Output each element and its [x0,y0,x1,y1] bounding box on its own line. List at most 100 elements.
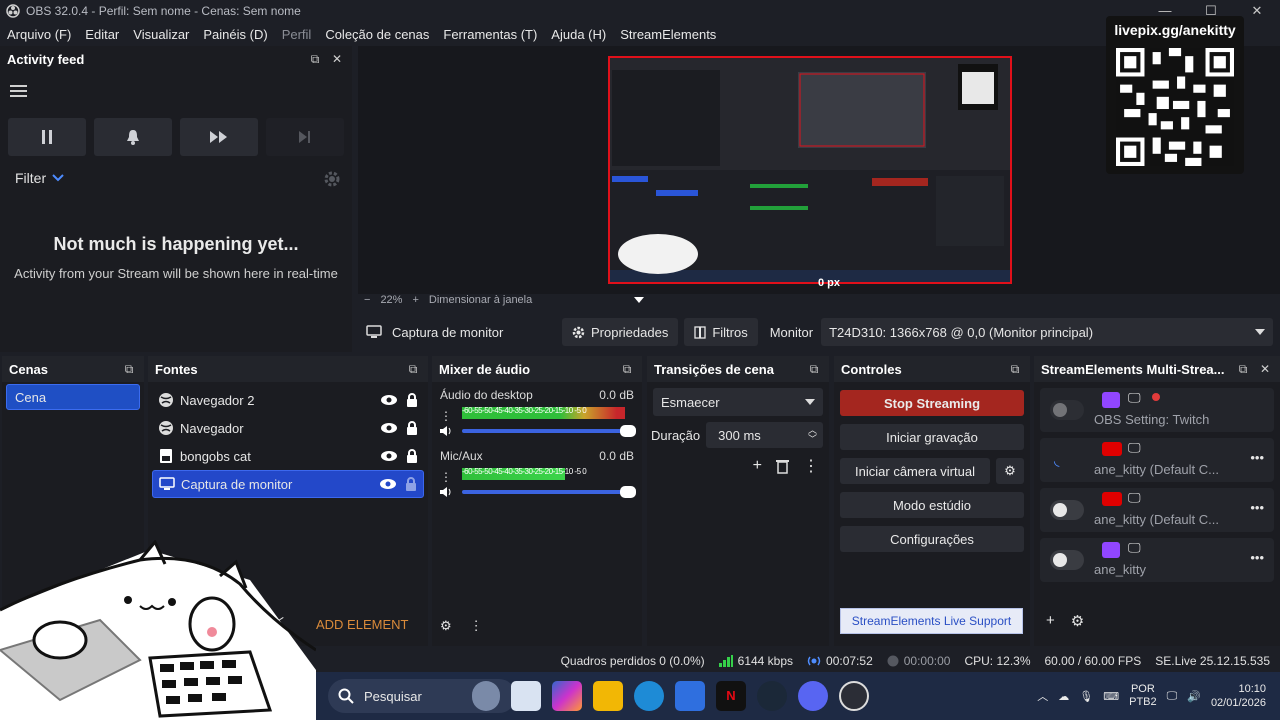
stream-toggle[interactable] [1050,550,1084,570]
menu-profile[interactable]: Perfil [275,27,319,42]
studio-mode-button[interactable]: Modo estúdio [840,492,1024,518]
hamburger-menu-icon[interactable] [10,84,28,98]
stop-streaming-button[interactable]: Stop Streaming [840,390,1024,416]
channel-menu-icon[interactable]: ⋮ [440,409,452,423]
menu-scene-collection[interactable]: Coleção de cenas [318,27,436,42]
display-icon[interactable]: 🖵 [1167,690,1178,703]
clock-date: 02/01/2026 [1210,697,1266,709]
source-item-selected[interactable]: Captura de monitor [152,470,424,498]
steam-icon[interactable] [757,681,787,711]
office-icon[interactable] [552,681,582,711]
eye-icon[interactable] [380,450,398,462]
channel-menu-icon[interactable]: ⋮ [440,470,452,484]
volume-icon[interactable]: 🔊 [1187,690,1201,703]
gear-icon[interactable] [323,170,341,188]
pause-button[interactable] [8,118,86,156]
float-dock-icon[interactable]: ⧉ [405,362,421,377]
trash-icon[interactable] [776,459,789,474]
edge-icon[interactable] [634,681,664,711]
add-element-button[interactable]: ADD ELEMENT [316,617,408,632]
cloud-icon[interactable]: ☁ [1058,690,1069,703]
source-item[interactable]: Navegador 2 [152,386,424,414]
source-item[interactable]: bongobs cat [152,442,424,470]
mic-icon[interactable]: 🎙 [1079,690,1093,703]
store-icon[interactable] [675,681,705,711]
volume-slider[interactable] [462,425,636,437]
spin-arrows-icon[interactable]: ︿ ﹀ [808,426,817,444]
float-dock-icon[interactable]: ⧉ [1007,362,1023,377]
duration-input[interactable]: 300 ms ︿ ﹀ [706,422,823,448]
eye-icon[interactable] [380,394,398,406]
eye-icon[interactable] [380,422,398,434]
keyboard-icon[interactable]: ⌨ [1103,690,1119,703]
float-dock-icon[interactable]: ⧉ [619,362,635,377]
float-dock-icon[interactable]: ⧉ [307,52,323,67]
float-dock-icon[interactable]: ⧉ [1235,362,1251,377]
netflix-icon[interactable]: N [716,681,746,711]
lock-icon[interactable] [406,393,418,407]
stream-toggle[interactable] [1050,400,1084,420]
discord-icon[interactable] [798,681,828,711]
clock-time: 10:10 [1238,683,1266,695]
gear-icon[interactable]: ⚙ [1071,612,1084,630]
fit-to-window-label[interactable]: Dimensionar à janela [429,294,532,306]
alien-widget-icon[interactable] [472,681,500,711]
float-dock-icon[interactable]: ⧉ [121,362,137,377]
mixer-menu-icon[interactable]: ⋮ [470,618,483,634]
unlock-icon[interactable] [405,477,417,491]
monitor-select[interactable]: T24D310: 1366x768 @ 0,0 (Monitor princip… [821,318,1274,346]
filters-button[interactable]: Filtros [684,318,758,346]
menu-file[interactable]: Arquivo (F) [0,27,78,42]
task-view-icon[interactable] [511,681,541,711]
close-dock-icon[interactable]: ✕ [1257,362,1273,376]
menu-docks[interactable]: Painéis (D) [196,27,274,42]
source-item[interactable]: Navegador [152,414,424,442]
virtual-camera-settings-button[interactable]: ⚙ [996,458,1024,484]
properties-button[interactable]: Propriedades [562,318,679,346]
language-indicator[interactable]: POR PTB2 [1129,683,1157,709]
menu-streamelements[interactable]: StreamElements [613,27,723,42]
menu-help[interactable]: Ajuda (H) [544,27,613,42]
clock[interactable]: 10:10 02/01/2026 [1211,682,1266,710]
stream-toggle[interactable] [1050,500,1084,520]
filter-dropdown[interactable]: Filter [15,170,64,186]
image-icon [160,449,172,463]
add-target-icon[interactable]: + [1046,612,1055,630]
notifications-button[interactable] [94,118,172,156]
tray-overflow-icon[interactable]: ︿ [1037,688,1048,704]
zoom-in-button[interactable]: + [412,294,418,306]
speaker-icon[interactable] [440,486,454,498]
preview-capture[interactable] [608,56,1012,284]
skip-button[interactable] [180,118,258,156]
add-transition-icon[interactable]: + [753,457,762,475]
more-options-icon[interactable]: ••• [1250,450,1264,465]
float-dock-icon[interactable]: ⧉ [806,362,822,377]
obs-taskbar-icon[interactable] [839,681,869,711]
caret-down-icon[interactable] [634,297,645,303]
transition-menu-icon[interactable]: ⋮ [803,456,819,476]
lock-icon[interactable] [406,421,418,435]
chevron-down-icon [1255,329,1266,335]
more-options-icon[interactable]: ••• [1250,500,1264,515]
zoom-out-button[interactable]: − [364,294,370,306]
menu-tools[interactable]: Ferramentas (T) [436,27,544,42]
close-dock-icon[interactable]: ✕ [329,52,345,66]
more-options-icon[interactable]: ••• [1250,550,1264,565]
menu-edit[interactable]: Editar [78,27,126,42]
lock-icon[interactable] [406,449,418,463]
skip-end-button[interactable] [266,118,344,156]
virtual-camera-button[interactable]: Iniciar câmera virtual [840,458,990,484]
mixer-settings-icon[interactable]: ⚙ [440,618,452,634]
start-recording-button[interactable]: Iniciar gravação [840,424,1024,450]
menu-view[interactable]: Visualizar [126,27,196,42]
live-support-button[interactable]: StreamElements Live Support [840,608,1023,634]
eye-icon[interactable] [379,478,397,490]
mixer-header: Mixer de áudio ⧉ [432,356,642,382]
scene-item[interactable]: Cena [6,384,140,410]
monitor-icon: 🖵 [1128,540,1141,555]
settings-button[interactable]: Configurações [840,526,1024,552]
speaker-icon[interactable] [440,425,454,437]
volume-slider[interactable] [462,486,636,498]
transition-select[interactable]: Esmaecer [653,388,823,416]
file-explorer-icon[interactable] [593,681,623,711]
